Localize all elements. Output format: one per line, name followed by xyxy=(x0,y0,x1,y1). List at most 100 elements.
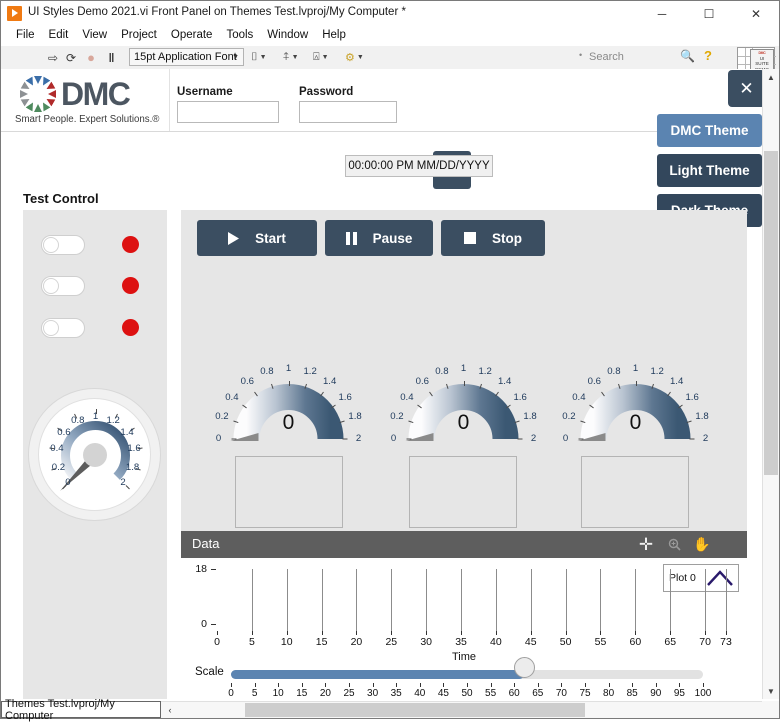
gauge-1: 0 0 0.2 0.4 0.6 0.8 1 1.2 1.4 1.6 1.8 2 xyxy=(206,355,371,460)
graph-x-tick-label: 5 xyxy=(248,636,255,648)
gauge-tick-label: 0.6 xyxy=(415,376,430,388)
gauge-tick-label: 1.4 xyxy=(322,376,337,388)
vertical-scrollbar-thumb[interactable] xyxy=(764,151,778,475)
graph-gridline xyxy=(670,569,672,631)
password-field-group: Password xyxy=(299,86,397,123)
help-icon[interactable]: ? xyxy=(704,48,712,63)
graph-gridline xyxy=(461,569,463,631)
menu-item-help[interactable]: Help xyxy=(315,27,353,43)
run-icon[interactable]: ⇨ xyxy=(45,49,61,66)
scale-tick-label: 80 xyxy=(603,688,615,699)
gauge-tick xyxy=(635,381,637,386)
scale-tick-label: 60 xyxy=(508,688,520,699)
graph-x-tick xyxy=(600,631,602,635)
pause-button[interactable]: Pause xyxy=(325,220,433,256)
graph-x-tick-label: 15 xyxy=(315,636,328,648)
dmc-logo-text: DMC xyxy=(61,76,131,112)
search-icon[interactable]: 🔍 xyxy=(680,49,695,63)
scale-tick-label: 30 xyxy=(367,688,379,699)
resize-glyph: ⍓ xyxy=(313,51,320,63)
scale-tick-label: 95 xyxy=(673,688,685,699)
gauge-tick xyxy=(406,438,411,440)
gauge-tick xyxy=(288,381,290,386)
scale-tick-label: 45 xyxy=(437,688,449,699)
menu-item-view[interactable]: View xyxy=(75,27,114,43)
menu-item-operate[interactable]: Operate xyxy=(164,27,220,43)
scale-slider-thumb[interactable] xyxy=(513,657,535,678)
dmc-theme-button[interactable]: DMC Theme xyxy=(657,114,762,147)
minimize-button[interactable]: ─ xyxy=(639,1,685,27)
scale-tick-label: 65 xyxy=(532,688,544,699)
align-objects-icon[interactable]: ⌷ ▼ xyxy=(251,49,267,66)
gauge-tick-label: 0.8 xyxy=(435,366,449,378)
gauge-tick-label: 1.8 xyxy=(348,411,362,423)
graph-x-tick xyxy=(391,631,393,635)
panel-close-button[interactable]: ✕ xyxy=(728,70,762,107)
menu-item-tools[interactable]: Tools xyxy=(219,27,260,43)
scale-slider-track[interactable] xyxy=(231,670,703,679)
logo-triangle xyxy=(48,90,56,98)
menu-item-project[interactable]: Project xyxy=(114,27,164,43)
menu-item-file[interactable]: File xyxy=(9,27,42,43)
distribute-objects-icon[interactable]: ⍏ ▼ xyxy=(283,49,299,66)
scale-tick xyxy=(396,683,398,687)
pause-icon[interactable]: ‖ xyxy=(103,49,119,66)
graph-x-tick-label: 40 xyxy=(490,636,502,648)
pan-hand-icon[interactable]: ✋ xyxy=(691,534,713,555)
scroll-up-icon[interactable]: ▲ xyxy=(763,69,779,85)
graph-gridline xyxy=(495,569,497,631)
cursor-move-icon[interactable]: ✛ xyxy=(635,534,657,555)
scale-tick-label: 5 xyxy=(251,688,258,699)
graph-gridline xyxy=(565,569,567,631)
graph-legend[interactable]: Plot 0 xyxy=(663,564,739,592)
graph-header: Data ✛ ✋ xyxy=(181,531,747,558)
gauge-tick xyxy=(578,438,583,440)
gauge-tick xyxy=(517,438,522,440)
gauge-tick-label: 1.6 xyxy=(513,391,527,403)
scroll-down-icon[interactable]: ▼ xyxy=(763,683,779,699)
knob-tick-label: 0.8 xyxy=(71,414,85,426)
scroll-left-icon[interactable]: ‹ xyxy=(163,702,177,718)
toggle-switch-3[interactable] xyxy=(41,318,85,338)
scale-tick xyxy=(490,683,492,687)
username-input[interactable] xyxy=(177,101,279,123)
graph-gridline xyxy=(726,569,727,631)
pause-icon xyxy=(345,231,357,245)
toggle-switch-1[interactable] xyxy=(41,235,85,255)
reorder-objects-icon[interactable]: ⚙ ▼ xyxy=(345,49,364,66)
username-label: Username xyxy=(177,86,233,98)
menu-item-window[interactable]: Window xyxy=(260,27,315,43)
zoom-icon[interactable] xyxy=(663,534,685,555)
scale-tick-label: 10 xyxy=(272,688,284,699)
dmc-logo: DMC Smart People. Expert Solutions.® xyxy=(15,75,165,129)
graph-plot-area[interactable]: Plot 0 Time 0 18 0 5 10 15 20 25 30 35 40 45 50 55 60 6… xyxy=(181,558,747,663)
start-button[interactable]: Start xyxy=(197,220,317,256)
window-close-button[interactable]: ✕ xyxy=(733,1,779,27)
graph-gridline xyxy=(600,569,602,631)
abort-execution-icon[interactable]: ● xyxy=(83,49,99,66)
scale-tick xyxy=(467,683,468,687)
maximize-icon: ☐ xyxy=(703,7,715,21)
menu-item-edit[interactable]: Edit xyxy=(42,27,76,43)
gauge-tick xyxy=(463,381,465,386)
graph-x-tick-label: 60 xyxy=(629,636,642,648)
chevron-down-icon: ▼ xyxy=(291,54,299,61)
toggle-switch-2[interactable] xyxy=(41,276,85,296)
vertical-scrollbar[interactable]: ▲ ▼ xyxy=(762,69,779,699)
run-continuously-icon[interactable]: ⟳ xyxy=(63,49,79,66)
font-selector[interactable]: 15pt Application Font ▼ xyxy=(129,48,244,66)
knob-tick-label: 1.6 xyxy=(127,443,141,455)
logo-triangle xyxy=(34,76,42,84)
resize-objects-icon[interactable]: ⍓ ▼ xyxy=(313,49,329,66)
knob-control[interactable]: 0 0.2 0.4 0.6 0.8 1 1.2 1.4 1.6 1.8 2 xyxy=(28,388,161,521)
gauge-2: 0 0 0.2 0.4 0.6 0.8 1 1.2 1.4 1.6 1.8 2 xyxy=(381,355,546,460)
maximize-button[interactable]: ☐ xyxy=(686,1,732,27)
chevron-down-icon: ▼ xyxy=(356,54,364,61)
legend-plot-label: Plot 0 xyxy=(669,572,696,584)
light-theme-button[interactable]: Light Theme xyxy=(657,154,762,187)
stop-button[interactable]: Stop xyxy=(441,220,545,256)
led-indicator-2 xyxy=(122,277,139,294)
horizontal-scrollbar-thumb[interactable] xyxy=(245,703,585,717)
knob-tick-label: 1.8 xyxy=(125,461,140,473)
password-input[interactable] xyxy=(299,101,397,123)
